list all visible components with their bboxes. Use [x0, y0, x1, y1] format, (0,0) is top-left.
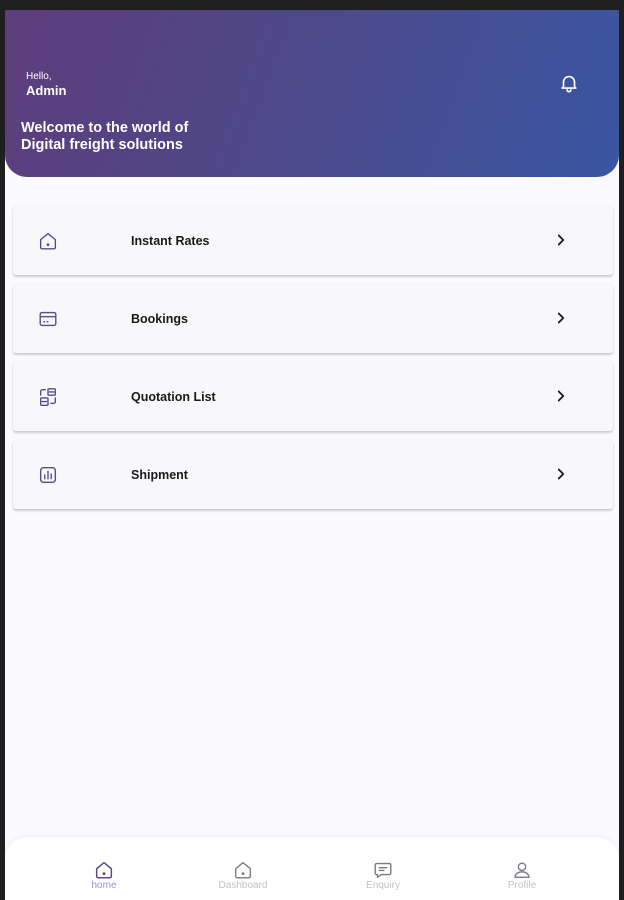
- welcome-header: Hello, Admin Welcome to the world of Dig…: [5, 10, 619, 177]
- dashboard-icon: [232, 859, 254, 881]
- welcome-line-2: Digital freight solutions: [21, 137, 183, 153]
- bell-icon[interactable]: [558, 72, 580, 94]
- menu-item-instant-rates[interactable]: Instant Rates: [13, 206, 613, 275]
- nav-item-enquiry[interactable]: Enquiry: [333, 837, 433, 900]
- nav-item-dashboard[interactable]: Dashboard: [193, 837, 293, 900]
- greeting-text: Hello,: [26, 71, 52, 82]
- welcome-line-1: Welcome to the world of: [21, 120, 189, 136]
- home-icon: [37, 230, 59, 252]
- chart-icon: [37, 464, 59, 486]
- chat-icon: [372, 859, 394, 881]
- user-icon: [511, 859, 533, 881]
- nav-label: Dashboard: [218, 880, 268, 891]
- menu-item-label: Shipment: [131, 468, 188, 482]
- chevron-right-icon: [552, 231, 570, 249]
- user-name: Admin: [26, 83, 67, 98]
- menu-item-label: Instant Rates: [131, 234, 210, 248]
- chevron-right-icon: [552, 465, 570, 483]
- nav-item-home[interactable]: home: [54, 837, 154, 900]
- nav-label: home: [91, 880, 117, 891]
- nav-label: Enquiry: [366, 880, 400, 891]
- menu-item-quotation-list[interactable]: Quotation List: [13, 362, 613, 431]
- nav-label: Profile: [507, 880, 537, 891]
- menu-item-label: Bookings: [131, 312, 188, 326]
- card-icon: [37, 308, 59, 330]
- chevron-right-icon: [552, 309, 570, 327]
- welcome-message: Welcome to the world of Digital freight …: [21, 120, 281, 154]
- bottom-nav: home Dashboard Enquiry Profile: [5, 837, 619, 900]
- home-icon: [93, 859, 115, 881]
- app-screen: Hello, Admin Welcome to the world of Dig…: [5, 10, 619, 900]
- menu-item-label: Quotation List: [131, 390, 216, 404]
- menu-item-bookings[interactable]: Bookings: [13, 284, 613, 353]
- nav-item-profile[interactable]: Profile: [472, 837, 572, 900]
- menu-item-shipment[interactable]: Shipment: [13, 440, 613, 509]
- quotation-icon: [37, 386, 59, 408]
- chevron-right-icon: [552, 387, 570, 405]
